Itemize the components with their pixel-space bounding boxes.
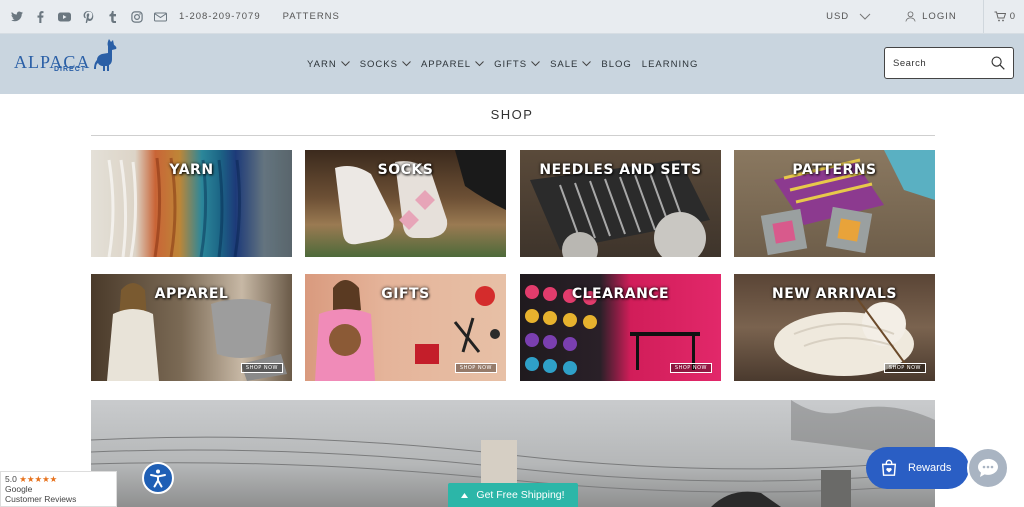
- chevron-down-icon: [582, 61, 592, 67]
- chevron-down-icon: [402, 61, 411, 67]
- rating-value: 5.0: [5, 474, 17, 484]
- nav-item-sale[interactable]: SALE: [550, 58, 592, 70]
- review-source: Google: [5, 484, 33, 494]
- site-logo[interactable]: ALPACA DIRECT: [14, 39, 120, 73]
- nav-label: YARN: [307, 58, 337, 70]
- category-tile-gifts[interactable]: GIFTS SHOP NOW: [305, 274, 506, 381]
- main-navigation: YARN SOCKS APPAREL GIFTS SALE BLOG LEARN…: [307, 34, 698, 94]
- google-reviews-badge[interactable]: 5.0 ★★★★★ Google Customer Reviews: [0, 471, 117, 507]
- shop-now-button[interactable]: SHOP NOW: [454, 363, 497, 373]
- chat-button[interactable]: [967, 447, 1009, 489]
- chevron-down-icon: [340, 61, 350, 67]
- phone-number[interactable]: 1-208-209-7079: [179, 11, 261, 22]
- chevron-down-icon: [531, 61, 540, 67]
- rating-stars: ★★★★★: [19, 474, 58, 484]
- login-label: LOGIN: [922, 11, 957, 22]
- shipping-label: Get Free Shipping!: [476, 489, 565, 501]
- accessibility-icon: [150, 469, 166, 488]
- chevron-down-icon: [859, 13, 871, 20]
- tile-label: CLEARANCE: [571, 286, 670, 302]
- cart-icon: [994, 11, 1006, 22]
- cart-button[interactable]: 0: [982, 0, 1024, 33]
- currency-selector[interactable]: USD: [826, 11, 905, 22]
- rewards-label: Rewards: [908, 462, 952, 474]
- patterns-link[interactable]: PATTERNS: [283, 11, 340, 22]
- facebook-icon[interactable]: [34, 10, 47, 23]
- shopping-bag-heart-icon: [881, 459, 897, 476]
- instagram-icon[interactable]: [130, 10, 143, 23]
- shop-now-button[interactable]: SHOP NOW: [883, 363, 926, 373]
- category-tile-needles-and-sets[interactable]: NEEDLES AND SETS: [520, 150, 721, 257]
- top-utility-bar: 1-208-209-7079 PATTERNS USD LOGIN 0: [0, 0, 1024, 34]
- nav-item-yarn[interactable]: YARN: [307, 59, 350, 70]
- alpaca-logo-icon: [94, 39, 117, 71]
- nav-label: APPAREL: [420, 58, 472, 70]
- category-tile-patterns[interactable]: PATTERNS: [734, 150, 935, 257]
- nav-label: SOCKS: [359, 58, 398, 70]
- nav-item-gifts[interactable]: GIFTS: [494, 59, 540, 70]
- nav-label: SALE: [550, 58, 579, 70]
- rewards-button[interactable]: Rewards: [866, 447, 969, 489]
- nav-label: LEARNING: [641, 58, 699, 70]
- accessibility-button[interactable]: [142, 462, 174, 494]
- category-tile-new-arrivals[interactable]: NEW ARRIVALS SHOP NOW: [734, 274, 935, 381]
- tile-label: APPAREL: [154, 286, 229, 302]
- search-icon[interactable]: [991, 56, 1005, 70]
- tile-label: PATTERNS: [792, 162, 877, 178]
- caret-up-icon: [461, 492, 469, 498]
- user-icon: [905, 11, 916, 22]
- title-divider: [91, 135, 935, 136]
- twitter-icon[interactable]: [10, 10, 23, 23]
- search-placeholder: Search: [893, 57, 927, 69]
- category-tile-apparel[interactable]: APPAREL SHOP NOW: [91, 274, 292, 381]
- tile-label: SOCKS: [377, 162, 434, 178]
- nav-label: BLOG: [601, 58, 632, 70]
- nav-item-blog[interactable]: BLOG: [601, 59, 631, 70]
- page-title: SHOP: [490, 107, 534, 122]
- tile-label: GIFTS: [381, 286, 430, 302]
- free-shipping-tab[interactable]: Get Free Shipping!: [448, 483, 578, 507]
- currency-label: USD: [826, 11, 850, 22]
- login-link[interactable]: LOGIN: [905, 11, 983, 22]
- search-input[interactable]: Search: [884, 47, 1014, 79]
- category-tile-clearance[interactable]: CLEARANCE SHOP NOW: [520, 274, 721, 381]
- logo-subtitle: DIRECT: [54, 66, 87, 73]
- youtube-icon[interactable]: [58, 10, 71, 23]
- nav-item-learning[interactable]: LEARNING: [642, 59, 699, 70]
- email-icon[interactable]: [154, 10, 167, 23]
- tile-label: NEEDLES AND SETS: [539, 162, 702, 178]
- chat-bubble-icon: [978, 458, 998, 477]
- chevron-down-icon: [475, 61, 484, 67]
- pinterest-icon[interactable]: [82, 10, 95, 23]
- site-header: ALPACA DIRECT YARN SOCKS APPAREL GIFTS S…: [0, 34, 1024, 94]
- social-links: [0, 10, 167, 23]
- tile-label: YARN: [169, 162, 214, 178]
- review-label: Customer Reviews: [5, 494, 77, 504]
- category-tile-socks[interactable]: SOCKS: [305, 150, 506, 257]
- category-tile-yarn[interactable]: YARN: [91, 150, 292, 257]
- shop-now-button[interactable]: SHOP NOW: [240, 363, 283, 373]
- tile-label: NEW ARRIVALS: [772, 286, 897, 302]
- tumblr-icon[interactable]: [106, 10, 119, 23]
- shop-now-button[interactable]: SHOP NOW: [669, 363, 712, 373]
- nav-label: GIFTS: [494, 58, 528, 70]
- nav-item-socks[interactable]: SOCKS: [360, 59, 411, 70]
- nav-item-apparel[interactable]: APPAREL: [421, 59, 484, 70]
- topbar-right: USD LOGIN 0: [826, 0, 1024, 33]
- cart-count: 0: [1009, 11, 1016, 22]
